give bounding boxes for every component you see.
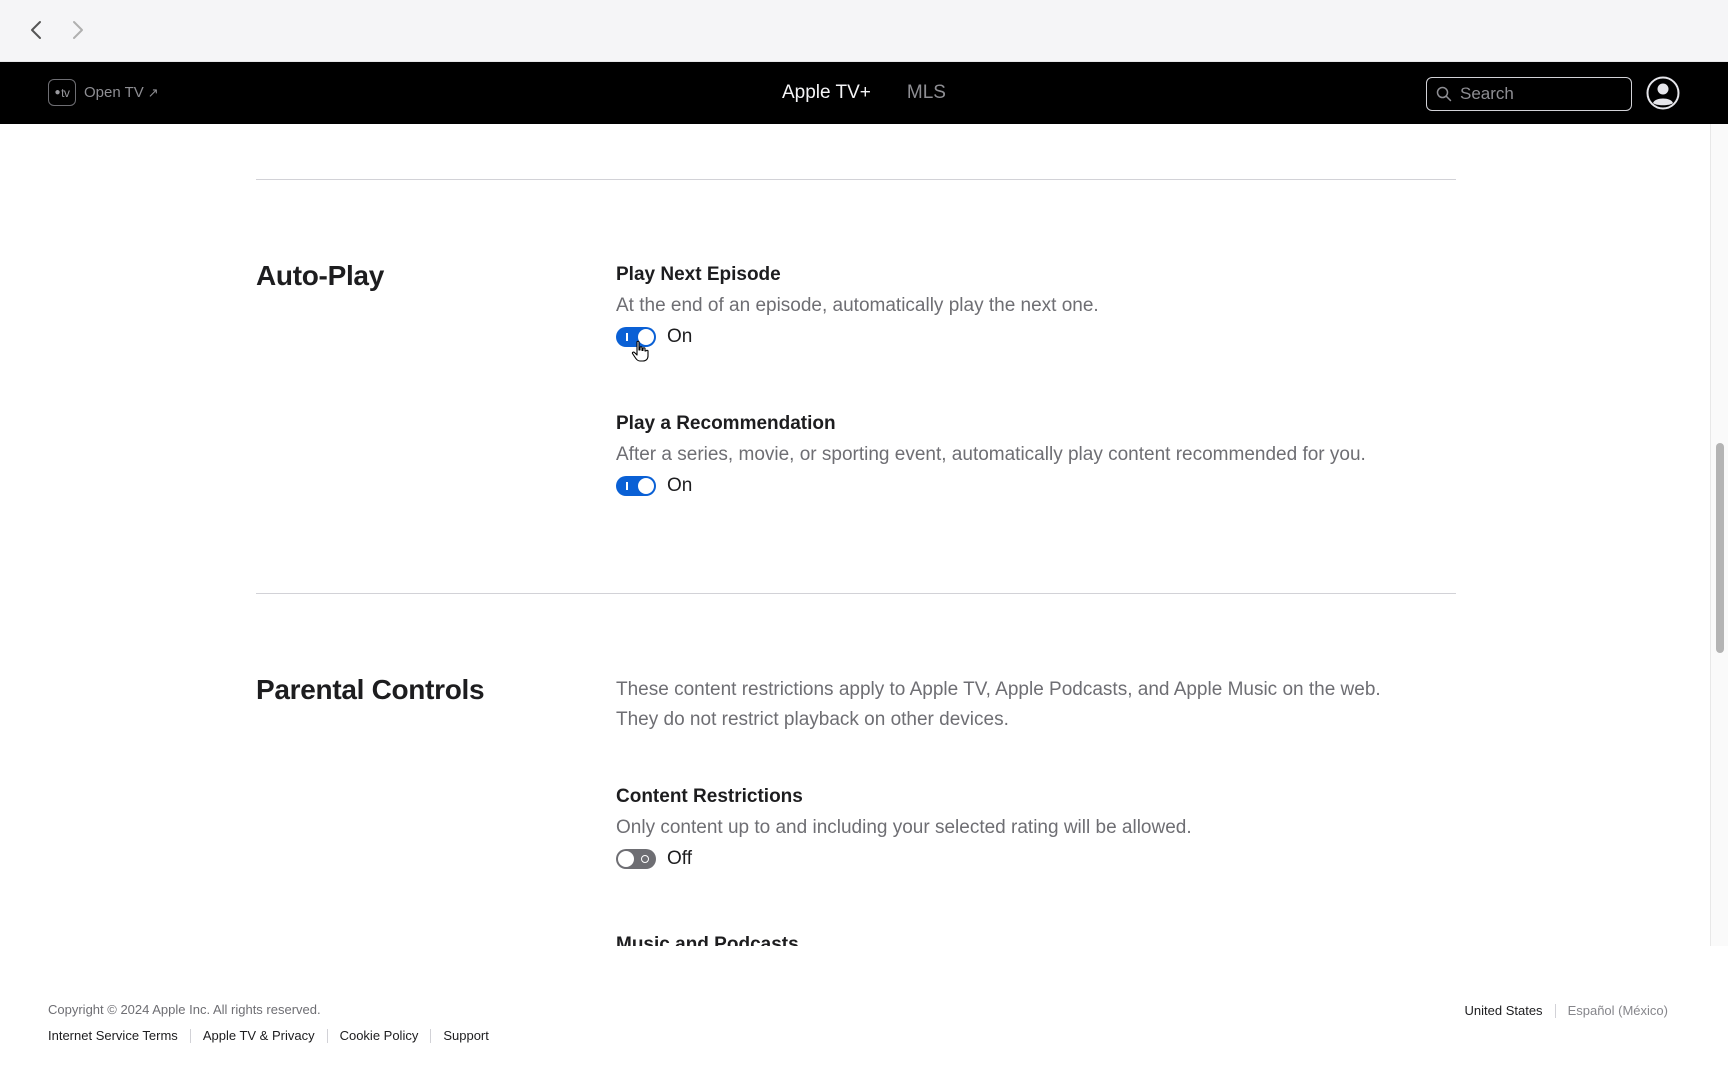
auto-play-heading: Auto-Play bbox=[256, 260, 384, 291]
browser-toolbar bbox=[0, 0, 1728, 62]
parental-controls-heading: Parental Controls bbox=[256, 674, 485, 705]
external-link-icon: ↗ bbox=[147, 84, 159, 100]
search-icon bbox=[1436, 86, 1452, 102]
forward-button[interactable] bbox=[64, 16, 92, 44]
footer-links: Internet Service Terms Apple TV & Privac… bbox=[48, 1028, 489, 1043]
support-link[interactable]: Support bbox=[443, 1028, 489, 1043]
link-separator bbox=[430, 1028, 432, 1043]
internet-service-terms-link[interactable]: Internet Service Terms bbox=[48, 1028, 178, 1043]
content-restrictions-toggle[interactable]: Off bbox=[616, 848, 692, 870]
search-input[interactable] bbox=[1460, 84, 1620, 104]
copyright-text: Copyright © 2024 Apple Inc. All rights r… bbox=[48, 1002, 321, 1017]
locale-selector: United States Español (México) bbox=[1465, 1003, 1668, 1018]
section-divider bbox=[256, 179, 1456, 180]
play-next-episode-toggle[interactable]: On bbox=[616, 326, 692, 348]
account-avatar-icon[interactable] bbox=[1646, 76, 1680, 110]
section-divider bbox=[256, 593, 1456, 594]
open-tv-label: Open TV bbox=[84, 84, 144, 101]
parental-controls-description-line1: These content restrictions apply to Appl… bbox=[616, 679, 1381, 700]
tv-badge-text: tv bbox=[61, 85, 70, 100]
chevron-left-icon bbox=[31, 21, 41, 39]
top-navigation: ● tv Open TV ↗ Apple TV+ MLS bbox=[0, 62, 1728, 124]
vertical-scrollbar[interactable] bbox=[1710, 124, 1728, 946]
link-separator bbox=[1554, 1003, 1556, 1018]
apple-tv-privacy-link[interactable]: Apple TV & Privacy bbox=[203, 1028, 315, 1043]
music-and-podcasts-title: Music and Podcasts bbox=[616, 934, 799, 946]
play-recommendation-description: After a series, movie, or sporting event… bbox=[616, 444, 1366, 465]
cookie-policy-link[interactable]: Cookie Policy bbox=[340, 1028, 419, 1043]
play-next-episode-title: Play Next Episode bbox=[616, 264, 781, 285]
back-button[interactable] bbox=[22, 16, 50, 44]
tab-mls[interactable]: MLS bbox=[907, 82, 946, 104]
chevron-right-icon bbox=[73, 21, 83, 39]
content-restrictions-description: Only content up to and including your se… bbox=[616, 817, 1192, 838]
settings-content: Auto-Play Play Next Episode At the end o… bbox=[0, 124, 1728, 946]
search-box[interactable] bbox=[1426, 77, 1632, 111]
play-next-episode-description: At the end of an episode, automatically … bbox=[616, 295, 1099, 316]
toggle-switch[interactable] bbox=[616, 476, 656, 496]
link-separator bbox=[326, 1028, 328, 1043]
link-separator bbox=[189, 1028, 191, 1043]
pointer-hand-cursor-icon bbox=[631, 340, 649, 362]
parental-controls-description-line2: They do not restrict playback on other d… bbox=[616, 709, 1009, 730]
content-restrictions-title: Content Restrictions bbox=[616, 786, 803, 807]
open-tv-link[interactable]: ● tv Open TV ↗ bbox=[48, 79, 159, 106]
footer: Copyright © 2024 Apple Inc. All rights r… bbox=[0, 946, 1728, 1080]
tab-apple-tv-plus[interactable]: Apple TV+ bbox=[782, 82, 871, 104]
toggle-state-label: On bbox=[667, 475, 693, 496]
toggle-state-label: On bbox=[667, 326, 693, 347]
apple-tv-logo-icon: ● tv bbox=[48, 79, 76, 106]
scrollbar-thumb[interactable] bbox=[1716, 443, 1724, 653]
toggle-switch[interactable] bbox=[616, 849, 656, 869]
play-recommendation-title: Play a Recommendation bbox=[616, 413, 836, 434]
play-recommendation-toggle[interactable]: On bbox=[616, 475, 692, 497]
language-link[interactable]: Español (México) bbox=[1568, 1003, 1668, 1018]
toggle-state-label: Off bbox=[667, 848, 692, 869]
country-link[interactable]: United States bbox=[1465, 1003, 1543, 1018]
